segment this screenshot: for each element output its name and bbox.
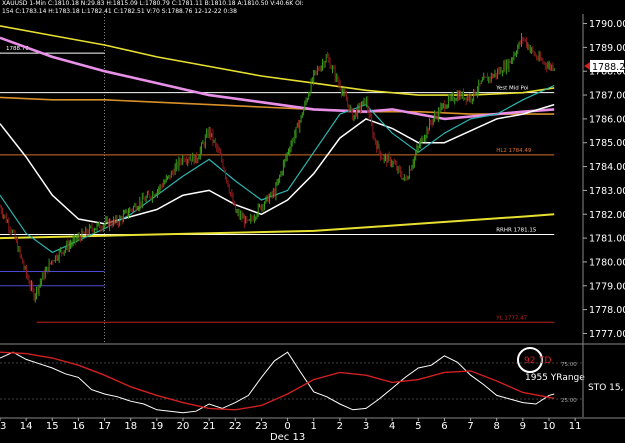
x-tick-label: 0 [284, 421, 290, 432]
x-tick-label: 10 [543, 421, 556, 432]
x-tick-label: 11 [569, 421, 582, 432]
stoch-tick-label: 75.00 [561, 362, 577, 368]
y-tick-label: 1786.00 [589, 114, 625, 125]
x-tick-label: 14 [20, 421, 33, 432]
x-tick-label: 9 [520, 421, 526, 432]
y-tick-label: 1782.00 [589, 210, 625, 221]
x-tick-label: 20 [177, 421, 190, 432]
y-tick-label: 1787.00 [589, 91, 625, 102]
header-line-2: 154 C:1783.14 H:1783.18 L:1782.41 C:1782… [2, 8, 237, 15]
stoch-indicator-label: STO 15, [588, 383, 623, 393]
x-tick-label: 17 [98, 421, 111, 432]
y-tick-label: 1784.00 [589, 162, 625, 173]
x-tick-label: 13 [0, 421, 6, 432]
x-tick-label: 8 [494, 421, 500, 432]
y-tick-label: 1781.00 [589, 234, 625, 245]
x-tick-label: 5 [415, 421, 421, 432]
x-tick-label: 1 [311, 421, 317, 432]
trading-chart: 1788.76Yest Mid PoiHL2 1784.49RRHR 1781.… [0, 0, 625, 443]
y-tick-label: 1778.00 [589, 305, 625, 316]
x-tick-label: 4 [389, 421, 395, 432]
level-label: Yest Mid Poi [495, 86, 529, 92]
level-label: RRHR 1781.15 [496, 228, 537, 234]
td-label: TD [538, 356, 551, 366]
x-tick-label: 6 [441, 421, 447, 432]
y-tick-label: 1780.00 [589, 257, 625, 268]
yrange-label: 1955 YRange [525, 373, 585, 383]
y-tick-label: 1783.00 [589, 186, 625, 197]
header-line-1: XAUUSD 1-Min C:1810.18 N:29.83 H:1815.09… [2, 0, 304, 7]
x-tick-label: 23 [255, 421, 268, 432]
current-price-label: 1788.22 [592, 62, 625, 73]
x-tick-label: 3 [363, 421, 369, 432]
level-label: YL 1777.47 [495, 315, 527, 321]
y-tick-label: 1790.00 [589, 19, 625, 30]
y-tick-label: 1785.00 [589, 138, 625, 149]
level-label: HL2 1784.49 [496, 148, 532, 154]
y-tick-label: 1777.00 [589, 329, 625, 340]
stoch-tick-label: 25.00 [561, 398, 577, 404]
x-tick-label: 18 [124, 421, 137, 432]
x-tick-label: 16 [72, 421, 85, 432]
x-tick-label: 21 [203, 421, 216, 432]
x-tick-label: 15 [46, 421, 59, 432]
td-value: 92 [524, 356, 535, 366]
x-tick-label: 22 [229, 421, 242, 432]
y-tick-label: 1789.00 [589, 43, 625, 54]
x-tick-label: 7 [467, 421, 473, 432]
y-tick-label: 1779.00 [589, 281, 625, 292]
x-tick-label: 19 [150, 421, 163, 432]
x-date-label: Dec 13 [270, 432, 305, 443]
x-tick-label: 2 [337, 421, 343, 432]
